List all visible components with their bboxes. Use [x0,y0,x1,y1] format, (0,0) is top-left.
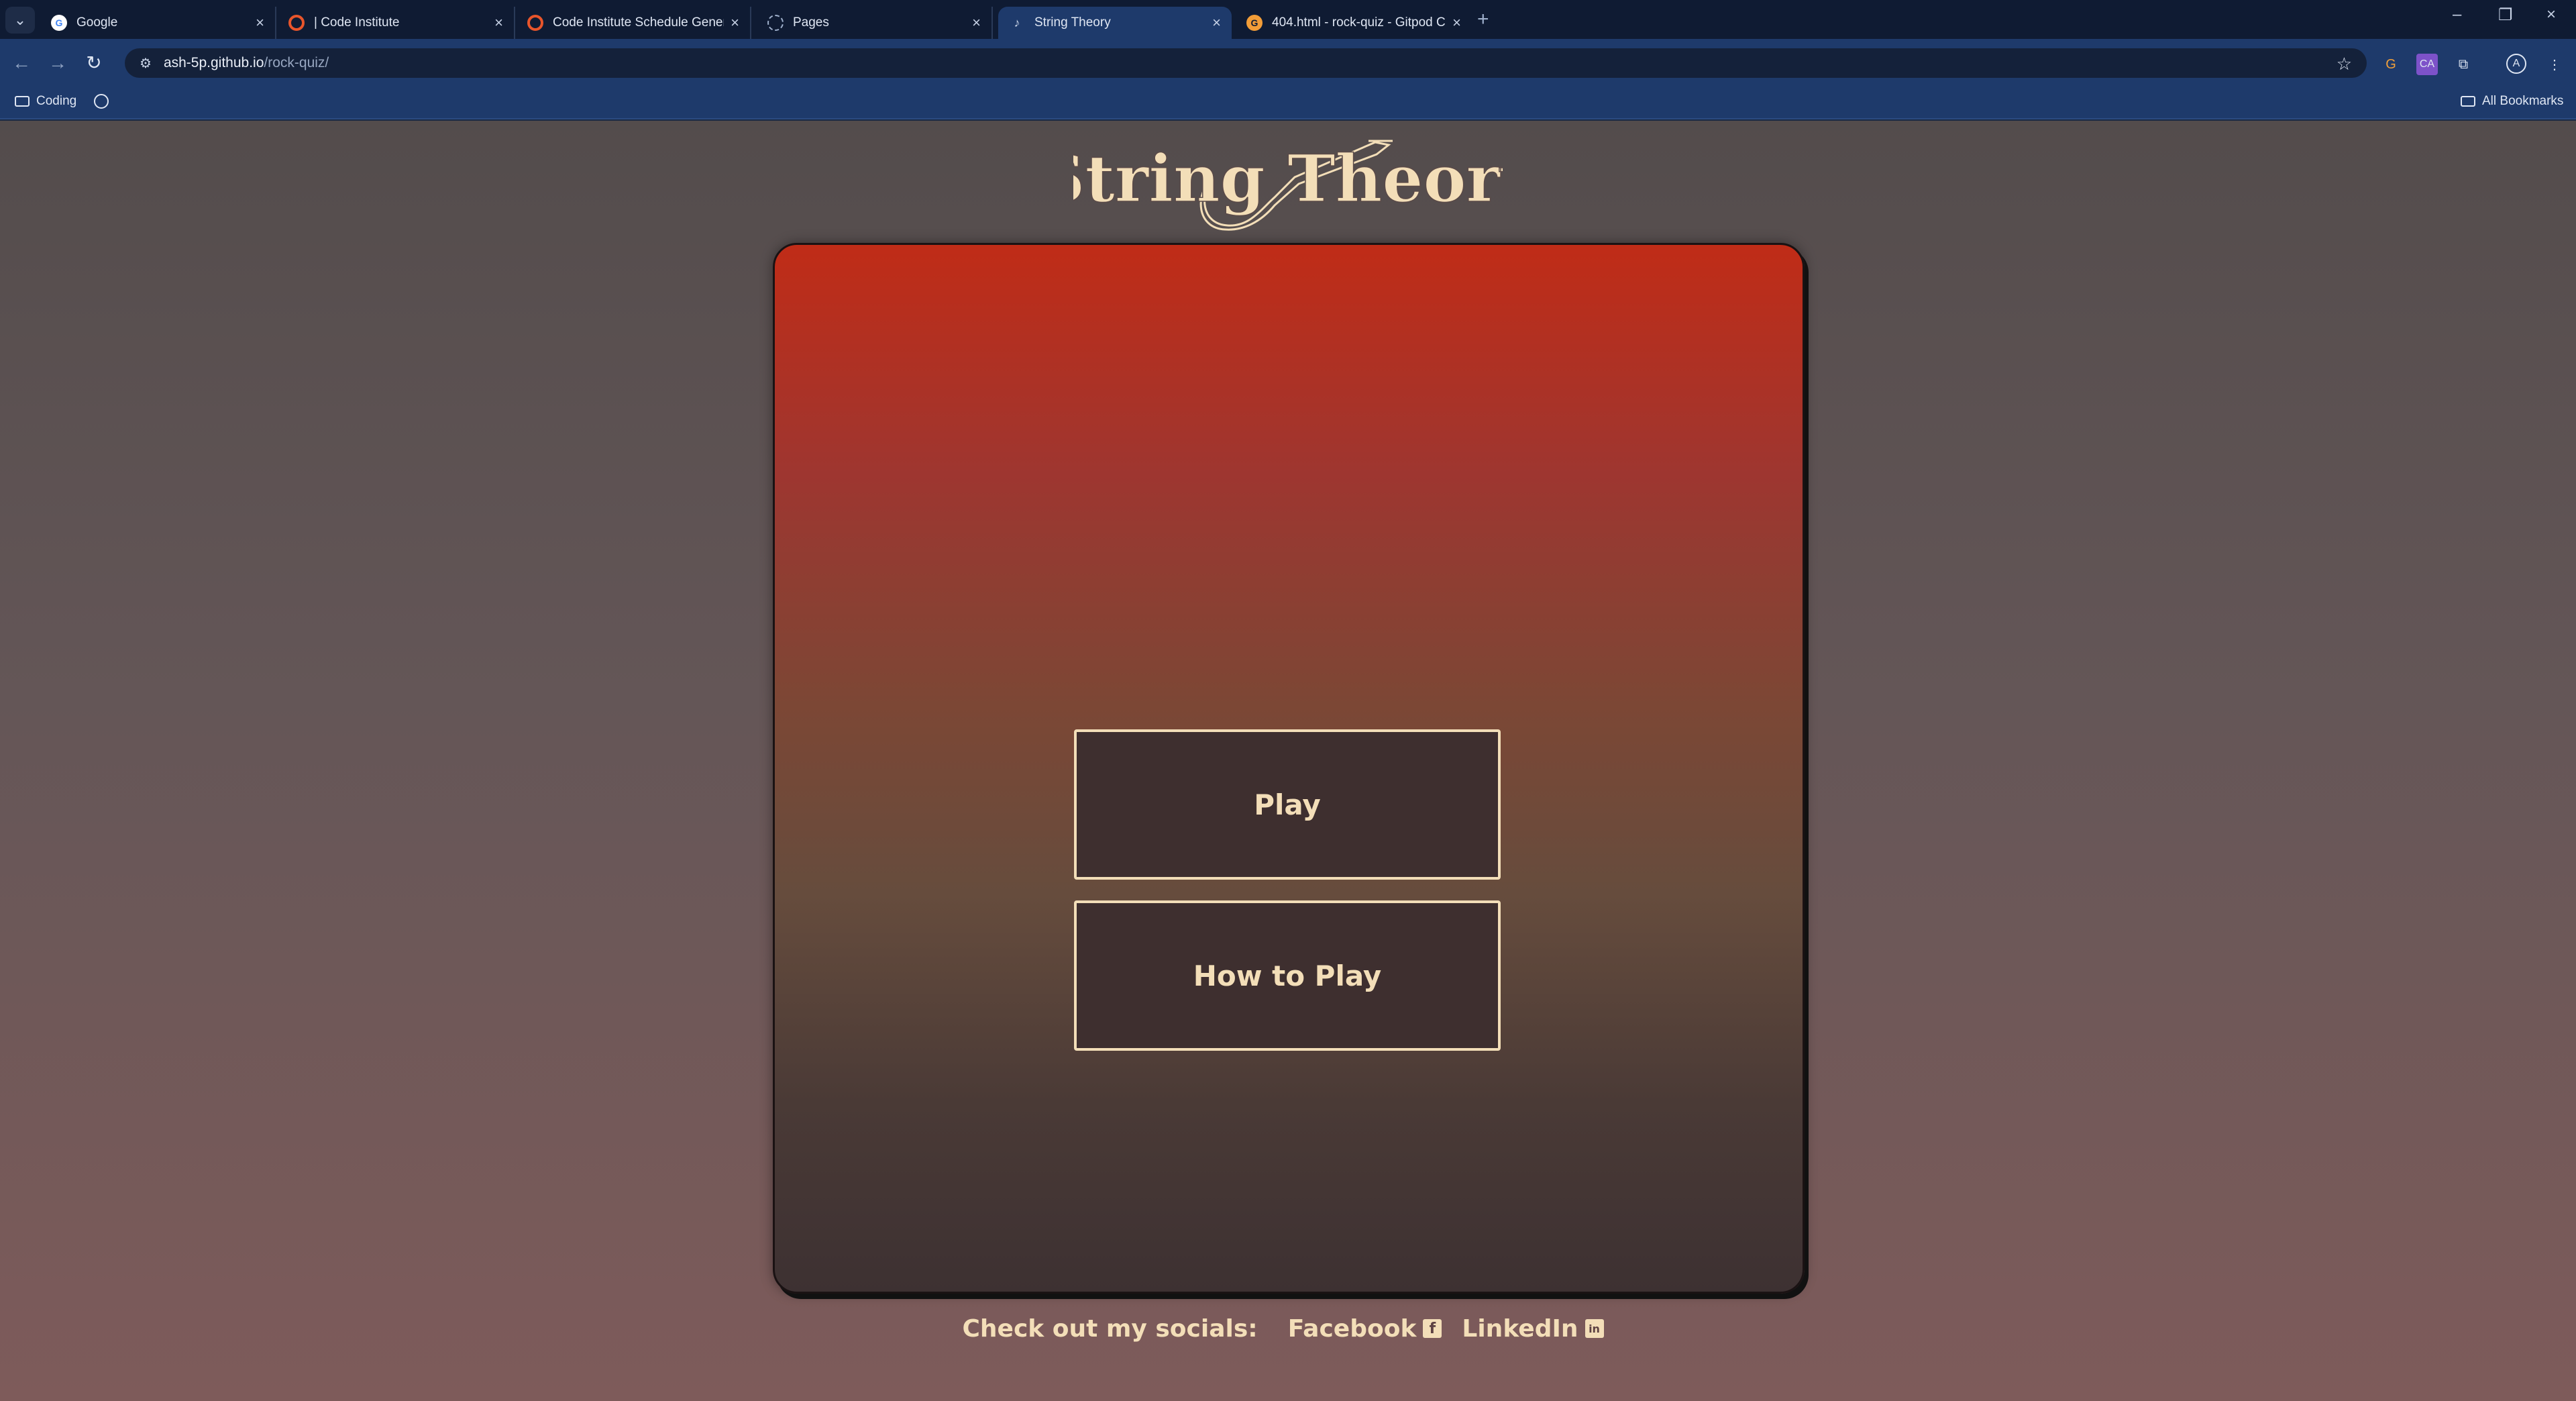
tab-google[interactable]: G Google × [40,7,276,39]
url-host: ash-5p.github.io [163,55,264,70]
minimize-icon[interactable]: – [2453,5,2461,24]
linkedin-label: LinkedIn [1462,1314,1578,1343]
logo-text: String Theory [1073,141,1503,217]
google-icon: G [51,15,67,31]
tab-title: String Theory [1034,15,1111,30]
restore-icon[interactable]: ❐ [2498,5,2513,25]
play-button[interactable]: Play [1074,729,1501,880]
bookmark-folder-label: Coding [36,94,77,108]
new-tab-button[interactable]: + [1477,8,1489,31]
how-to-play-button[interactable]: How to Play [1074,900,1501,1051]
guitar-icon: ♪ [1014,15,1020,30]
github-icon [767,15,784,31]
close-icon[interactable]: × [731,14,739,32]
code-institute-icon [288,15,305,31]
linkedin-icon: in [1585,1319,1604,1338]
tab-pages[interactable]: Pages × [757,7,993,39]
tab-code-institute[interactable]: | Code Institute × [278,7,515,39]
folder-icon [2461,96,2475,107]
profile-avatar[interactable]: A [2506,54,2526,74]
url-path: /rock-quiz/ [264,55,329,70]
site-info-icon[interactable]: ⚙ [140,55,152,72]
address-bar[interactable]: ⚙ ash-5p.github.io/rock-quiz/ ☆ [125,48,2367,78]
tab-title: Pages [793,15,829,30]
quiz-menu-card: Play How to Play [773,243,1805,1294]
menu-kebab-icon[interactable]: ⋮ [2544,54,2565,75]
tab-title: Google [76,15,118,30]
tab-schedule-generator[interactable]: Code Institute Schedule Genera × [517,7,751,39]
tab-title: 404.html - rock-quiz - Gitpod C [1272,15,1446,30]
forward-button[interactable]: → [44,50,71,76]
tab-string-theory[interactable]: ♪ String Theory × [998,7,1232,39]
close-icon[interactable]: × [1212,14,1221,32]
bookmarks-bar: Coding All Bookmarks [0,86,2576,119]
socials-label: Check out my socials: [962,1314,1258,1343]
page-viewport: String Theory Play How to Play Check out… [0,121,2576,1401]
tab-title: Code Institute Schedule Genera [553,15,724,30]
tab-strip: ⌄ G Google × | Code Institute × Code Ins… [0,0,2576,39]
bookmark-globe[interactable] [94,94,109,109]
close-icon[interactable]: × [972,14,981,32]
tab-gitpod[interactable]: G 404.html - rock-quiz - Gitpod C × [1236,7,1472,39]
close-window-icon[interactable]: × [2546,5,2556,24]
bookmark-star-icon[interactable]: ☆ [2337,54,2352,74]
string-theory-logo: String Theory [1073,140,1503,231]
reload-button[interactable]: ↻ [80,50,107,76]
tab-search-button[interactable]: ⌄ [5,7,35,34]
browser-toolbar: ← → ↻ ⚙ ash-5p.github.io/rock-quiz/ ☆ G … [0,39,2576,86]
footer-socials: Check out my socials: Facebook f LinkedI… [0,1308,2576,1349]
extension-gitpod-icon[interactable]: G [2380,54,2402,75]
chevron-down-icon: ⌄ [13,11,27,28]
tab-title: | Code Institute [314,15,400,30]
bookmark-folder-coding[interactable]: Coding [15,94,76,109]
facebook-icon: f [1423,1319,1442,1338]
close-icon[interactable]: × [256,14,264,32]
gitpod-icon: G [1246,15,1263,31]
linkedin-link[interactable]: LinkedIn in [1462,1314,1604,1343]
back-button[interactable]: ← [8,50,35,76]
extensions-puzzle-icon[interactable]: ⧉ [2453,54,2474,75]
facebook-link[interactable]: Facebook f [1288,1315,1442,1343]
all-bookmarks-button[interactable]: All Bookmarks [2461,94,2563,109]
globe-icon [94,94,109,109]
extension-ca-icon[interactable]: CA [2416,54,2438,75]
close-icon[interactable]: × [1452,14,1461,32]
code-institute-icon [527,15,543,31]
close-icon[interactable]: × [494,14,503,32]
all-bookmarks-label: All Bookmarks [2482,94,2564,108]
folder-icon [15,96,30,107]
facebook-label: Facebook [1287,1314,1417,1343]
